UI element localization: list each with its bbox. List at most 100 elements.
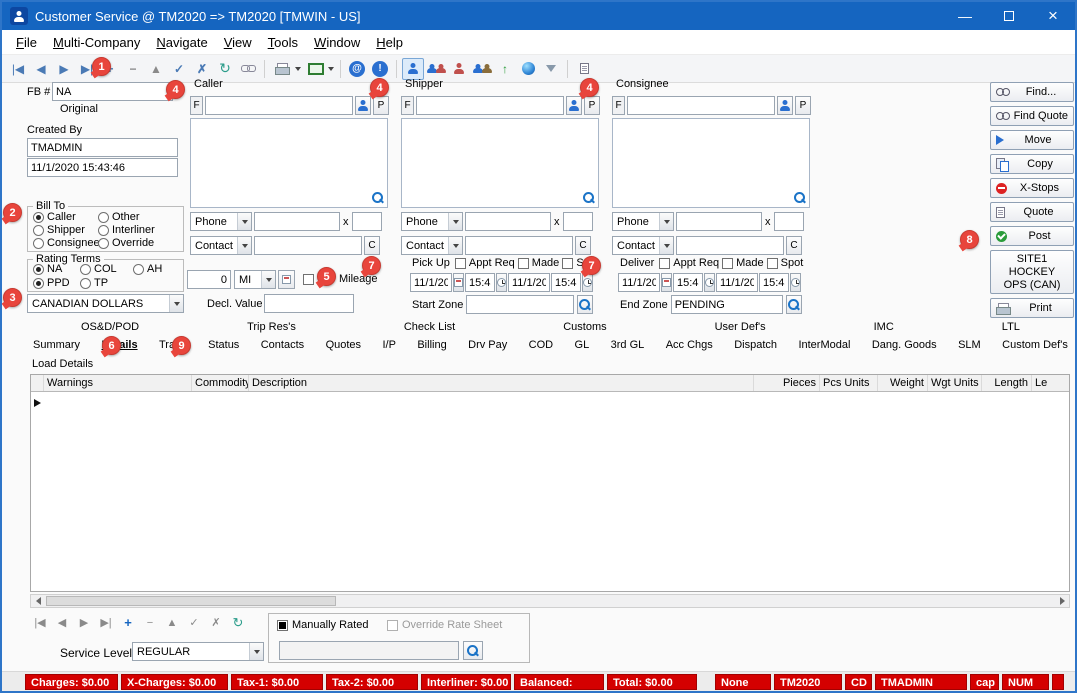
detail-refresh-button[interactable]: ↻	[228, 613, 248, 632]
tab-check-list[interactable]: Check List	[402, 320, 457, 334]
caller-phone-type-select[interactable]: Phone	[190, 212, 252, 231]
deliver-time-from-input[interactable]	[673, 273, 703, 292]
caller-c-button[interactable]: C	[364, 236, 380, 255]
dropdown-button[interactable]	[448, 213, 462, 230]
import-button[interactable]: ↑	[494, 58, 516, 80]
fb-number-input[interactable]	[52, 82, 173, 101]
deliver-date-from-input[interactable]	[618, 273, 660, 292]
tab-summary[interactable]: Summary	[31, 338, 82, 352]
dropdown-button[interactable]	[169, 295, 183, 312]
customer-button[interactable]	[402, 58, 424, 80]
caller-profile-button[interactable]	[355, 96, 371, 115]
consignee-profile-button[interactable]	[777, 96, 793, 115]
caller-ext-input[interactable]	[352, 212, 382, 231]
pickup-spot-checkbox[interactable]	[562, 258, 573, 269]
shipper-name-input[interactable]	[416, 96, 564, 115]
scrollbar-thumb[interactable]	[46, 596, 336, 606]
dropdown-button[interactable]	[659, 237, 673, 254]
detail-next-button[interactable]: ▶	[74, 613, 94, 632]
copy-button[interactable]: Copy	[990, 154, 1074, 174]
tab-dang-goods[interactable]: Dang. Goods	[870, 338, 939, 352]
caller-f-button[interactable]: F	[190, 96, 203, 115]
x-stops-button[interactable]: X-Stops	[990, 178, 1074, 198]
col-pieces[interactable]: Pieces	[754, 375, 820, 391]
pickup-time-from-picker[interactable]	[496, 273, 507, 292]
consignee-phone-input[interactable]	[676, 212, 762, 231]
deliver-time-from-picker[interactable]	[704, 273, 715, 292]
col-commodity[interactable]: Commodity	[192, 375, 249, 391]
shipper-c-button[interactable]: C	[575, 236, 591, 255]
tab-customs[interactable]: Customs	[561, 320, 608, 334]
consignee-contact-input[interactable]	[676, 236, 784, 255]
detail-cancel-button[interactable]: ✗	[206, 613, 226, 632]
shipper-address-list[interactable]	[401, 118, 599, 208]
search-icon[interactable]	[372, 192, 384, 204]
deliver-date-from-picker[interactable]	[661, 273, 672, 292]
dropdown-button[interactable]	[448, 237, 462, 254]
col-weight[interactable]: Weight	[878, 375, 928, 391]
shipper-ext-input[interactable]	[563, 212, 593, 231]
col-length2[interactable]: Le	[1032, 375, 1069, 391]
caller-contact-input[interactable]	[254, 236, 362, 255]
shipper-contact-select[interactable]: Contact	[401, 236, 463, 255]
vendors-button[interactable]	[471, 58, 493, 80]
dropdown-button[interactable]	[659, 213, 673, 230]
first-record-button[interactable]: |◀	[7, 58, 29, 80]
tab-custom-defs[interactable]: Custom Def's	[1000, 338, 1070, 352]
report-button[interactable]	[573, 58, 595, 80]
consignee-address-list[interactable]	[612, 118, 810, 208]
distance-unit-select[interactable]: MI	[234, 270, 276, 289]
shipper-contact-input[interactable]	[465, 236, 573, 255]
pickup-made-checkbox[interactable]	[518, 258, 529, 269]
start-zone-search-button[interactable]	[577, 295, 593, 314]
scroll-right-button[interactable]	[1055, 595, 1069, 607]
detail-prior-button[interactable]: ◀	[52, 613, 72, 632]
post-edit-button[interactable]: ✓	[168, 58, 190, 80]
consignee-name-input[interactable]	[627, 96, 775, 115]
grid-horizontal-scrollbar[interactable]	[30, 594, 1070, 608]
refresh-button[interactable]: ↻	[214, 58, 236, 80]
tab-ltl[interactable]: LTL	[1000, 320, 1022, 334]
menu-file[interactable]: File	[8, 32, 45, 53]
contacts-button[interactable]	[425, 58, 447, 80]
tab-trip-res[interactable]: Trip Res's	[245, 320, 298, 334]
tab-billing[interactable]: Billing	[415, 338, 448, 352]
edit-record-button[interactable]: ▲	[145, 58, 167, 80]
override-rate-sheet-checkbox[interactable]: Override Rate Sheet	[387, 619, 502, 631]
pickup-time-to-input[interactable]	[551, 273, 581, 292]
print-report-button[interactable]: Print	[990, 298, 1074, 318]
shipper-f-button[interactable]: F	[401, 96, 414, 115]
pickup-date-from-picker[interactable]	[453, 273, 464, 292]
tab-quotes[interactable]: Quotes	[324, 338, 363, 352]
tab-imc[interactable]: IMC	[872, 320, 896, 334]
tab-drv-pay[interactable]: Drv Pay	[466, 338, 509, 352]
detail-delete-button[interactable]: −	[140, 613, 160, 632]
caller-contact-select[interactable]: Contact	[190, 236, 252, 255]
pickup-time-from-input[interactable]	[465, 273, 495, 292]
decl-value-input[interactable]	[264, 294, 354, 313]
end-zone-input[interactable]	[671, 295, 783, 314]
search-icon[interactable]	[583, 192, 595, 204]
tab-acc-chgs[interactable]: Acc Chgs	[664, 338, 715, 352]
cancel-edit-button[interactable]: ✗	[191, 58, 213, 80]
site-button[interactable]: SITE1 HOCKEY OPS (CAN)	[990, 250, 1074, 294]
bill-to-shipper-radio[interactable]: Shipper	[33, 224, 85, 236]
deliver-date-to-input[interactable]	[716, 273, 758, 292]
deliver-appt-req-checkbox[interactable]	[659, 258, 670, 269]
tab-ip[interactable]: I/P	[380, 338, 397, 352]
rating-na-radio[interactable]: NA	[33, 263, 62, 275]
email-button[interactable]: @	[346, 58, 368, 80]
detail-last-button[interactable]: ▶|	[96, 613, 116, 632]
link-button[interactable]	[237, 58, 259, 80]
pickup-appt-req-checkbox[interactable]	[455, 258, 466, 269]
detail-insert-button[interactable]: +	[118, 613, 138, 632]
col-length[interactable]: Length	[982, 375, 1032, 391]
search-icon[interactable]	[794, 192, 806, 204]
consignee-f-button[interactable]: F	[612, 96, 625, 115]
menu-tools[interactable]: Tools	[260, 32, 306, 53]
pickup-date-to-input[interactable]	[508, 273, 550, 292]
col-warnings[interactable]: Warnings	[44, 375, 192, 391]
bill-to-other-radio[interactable]: Other	[98, 211, 140, 223]
start-zone-input[interactable]	[466, 295, 574, 314]
consignee-phone-type-select[interactable]: Phone	[612, 212, 674, 231]
